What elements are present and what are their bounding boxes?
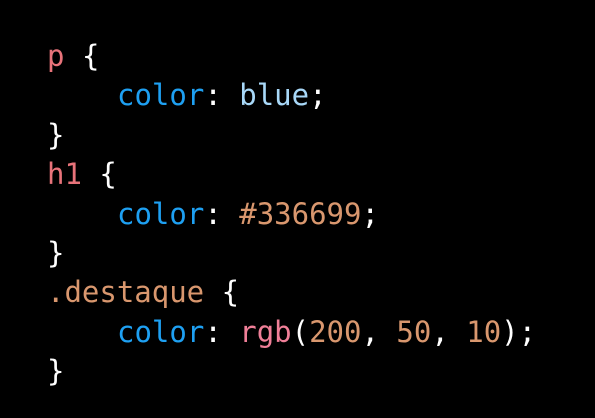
code-token-brace: {: [81, 39, 100, 73]
code-token-property: color: [117, 196, 205, 231]
code-token-selector: h1: [47, 157, 82, 192]
code-token-punctuation: :: [204, 78, 240, 113]
code-token-selector: p: [47, 39, 65, 73]
code-token-brace: }: [47, 354, 65, 389]
code-line: .destaque {: [47, 273, 536, 312]
code-line: }: [47, 234, 536, 273]
code-token-punctuation: [64, 39, 81, 73]
code-line: color: #336699;: [47, 195, 536, 234]
code-token-punctuation: ;: [309, 78, 327, 113]
code-token-punctuation: :: [204, 314, 240, 349]
code-token-function: rgb: [239, 314, 292, 349]
code-line: color: blue;: [47, 76, 536, 115]
code-line: h1 {: [47, 155, 536, 194]
code-token-number: #336699: [239, 196, 362, 231]
code-line: }: [47, 352, 536, 391]
code-line: }: [47, 116, 536, 155]
code-token-punctuation: :: [204, 196, 240, 231]
code-line: p {: [47, 37, 536, 76]
code-token-class-selector: .destaque: [47, 275, 205, 310]
code-token-brace: {: [99, 157, 117, 192]
code-token-property: color: [117, 314, 205, 349]
code-token-punctuation: (: [291, 314, 310, 349]
code-token-brace: }: [47, 117, 65, 152]
css-code-block: p {color: blue;} h1 {color: #336699;} .des…: [47, 37, 536, 392]
code-token-punctuation: ,: [361, 314, 397, 349]
code-token-brace: }: [47, 235, 65, 270]
code-line: color: rgb(200, 50, 10);: [47, 313, 536, 352]
code-token-punctuation: ;: [361, 196, 379, 231]
code-token-number: 50: [396, 314, 432, 349]
code-token-brace: {: [221, 275, 240, 310]
code-token-number: 200: [309, 314, 362, 349]
code-token-keyword: blue: [239, 78, 310, 113]
code-token-punctuation: );: [501, 314, 537, 349]
code-token-punctuation: [204, 275, 221, 309]
code-token-property: color: [117, 78, 205, 113]
code-token-number: 10: [466, 314, 502, 349]
code-token-punctuation: [82, 157, 99, 191]
code-token-punctuation: ,: [431, 314, 467, 349]
